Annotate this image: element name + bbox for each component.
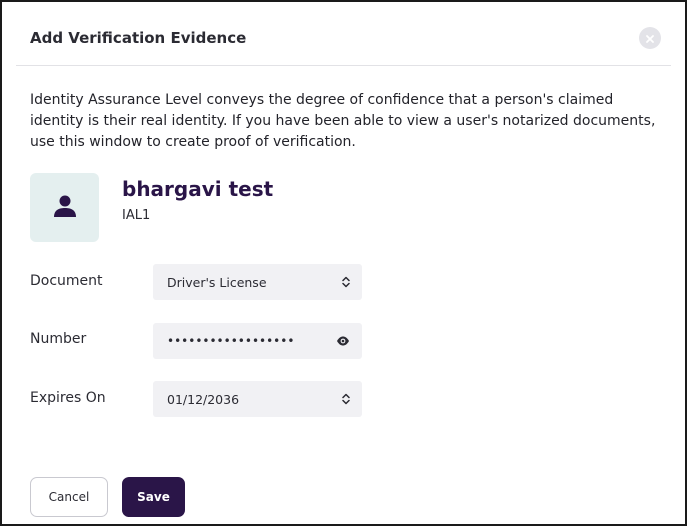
dialog-title: Add Verification Evidence (30, 29, 247, 47)
number-input[interactable]: •••••••••••••••••• (153, 323, 362, 359)
number-input-masked-value: •••••••••••••••••• (167, 334, 295, 348)
expires-select[interactable]: 01/12/2036 (153, 381, 362, 417)
number-label: Number (30, 331, 87, 347)
save-button[interactable]: Save (122, 477, 185, 517)
cancel-button[interactable]: Cancel (30, 477, 108, 517)
close-icon (645, 29, 655, 48)
person-icon (52, 193, 78, 223)
document-label: Document (30, 273, 103, 289)
expires-label: Expires On (30, 390, 106, 406)
dialog-description: Identity Assurance Level conveys the deg… (30, 92, 656, 150)
updown-chevron-icon (342, 276, 350, 288)
eye-icon[interactable] (336, 336, 350, 346)
updown-chevron-icon (342, 393, 350, 405)
document-select-value: Driver's License (167, 274, 267, 290)
user-name: bhargavi test (122, 177, 274, 201)
dialog-header: Add Verification Evidence (16, 16, 671, 66)
expires-select-value: 01/12/2036 (167, 391, 240, 407)
verification-dialog: Add Verification Evidence Identity Assur… (0, 0, 687, 526)
user-assurance-level: IAL1 (122, 208, 151, 223)
avatar (30, 173, 99, 242)
close-button[interactable] (639, 27, 661, 49)
document-select[interactable]: Driver's License (153, 264, 362, 300)
